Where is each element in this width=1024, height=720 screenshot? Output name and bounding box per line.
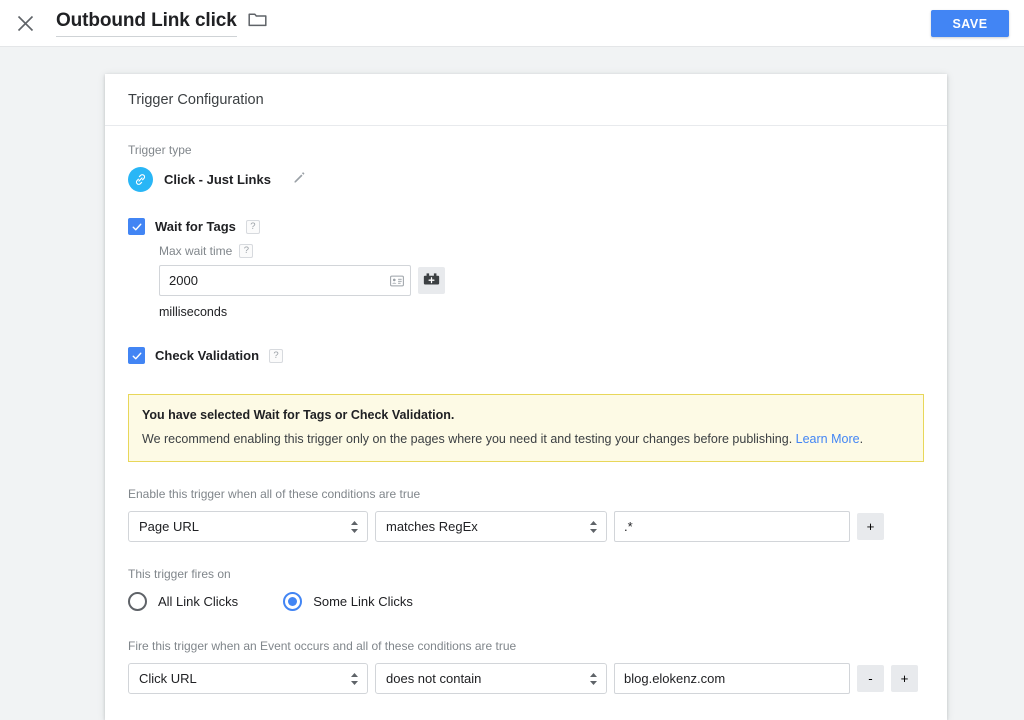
wait-for-tags-checkbox[interactable] (128, 218, 145, 235)
chevron-updown-icon (350, 672, 359, 686)
save-button[interactable]: SAVE (931, 10, 1009, 37)
max-wait-time-unit: milliseconds (159, 305, 228, 319)
add-enable-condition-button[interactable]: + (857, 513, 884, 541)
fires-on-radio-group: All Link Clicks Some Link Clicks (128, 592, 924, 612)
add-variable-button[interactable] (418, 267, 445, 294)
trigger-configuration-card: Trigger Configuration Trigger type Click… (105, 74, 947, 720)
add-variable-icon (423, 272, 440, 289)
enable-conditions-row: Page URL matches RegEx .* + (128, 511, 924, 543)
radio-unselected-icon (128, 592, 147, 612)
check-validation-row: Check Validation ? (128, 347, 924, 364)
folder-icon[interactable] (248, 11, 267, 37)
close-icon (17, 15, 34, 32)
enable-condition-operator-select[interactable]: matches RegEx (375, 511, 607, 543)
variable-picker-icon[interactable] (390, 275, 404, 287)
event-condition-variable-value: Click URL (139, 671, 197, 687)
event-conditions-row: Click URL does not contain blog.elokenz.… (128, 663, 924, 695)
enable-condition-value-input[interactable] (614, 511, 850, 543)
close-button[interactable] (12, 10, 38, 36)
add-event-condition-button[interactable]: + (891, 665, 918, 693)
trigger-name-input[interactable]: Outbound Link click (56, 10, 237, 37)
enable-conditions-section: Enable this trigger when all of these co… (128, 487, 924, 543)
enable-conditions-label: Enable this trigger when all of these co… (128, 487, 421, 502)
radio-all-link-clicks[interactable]: All Link Clicks (128, 592, 239, 612)
enable-condition-variable-value: Page URL (139, 519, 199, 535)
event-conditions-label: Fire this trigger when an Event occurs a… (128, 639, 517, 654)
warning-title: You have selected Wait for Tags or Check… (142, 408, 455, 422)
fires-on-label: This trigger fires on (128, 567, 231, 582)
edit-trigger-type-button[interactable] (292, 170, 307, 190)
chevron-updown-icon (589, 520, 598, 534)
radio-selected-icon (283, 592, 303, 612)
event-condition-operator-select[interactable]: does not contain (375, 663, 607, 695)
title-area: Outbound Link click (56, 10, 267, 37)
check-validation-help-icon[interactable]: ? (269, 348, 284, 363)
max-wait-time-label: Max wait time (159, 244, 233, 258)
max-wait-time-help-icon[interactable]: ? (239, 244, 254, 258)
pencil-icon (292, 170, 307, 190)
warning-banner: You have selected Wait for Tags or Check… (128, 394, 924, 463)
trigger-type-label: Trigger type (128, 143, 192, 157)
radio-all-link-clicks-label: All Link Clicks (158, 594, 239, 610)
card-header: Trigger Configuration (105, 74, 947, 126)
remove-event-condition-button[interactable]: - (857, 665, 884, 693)
fires-on-section: This trigger fires on All Link Clicks So… (128, 567, 924, 612)
max-wait-time-group: Max wait time ? 2000 milliseconds (159, 244, 924, 319)
check-validation-label: Check Validation (155, 348, 260, 363)
enable-condition-variable-select[interactable]: Page URL (128, 511, 368, 543)
max-wait-time-input-row (159, 265, 924, 296)
event-condition-operator-value: does not contain (386, 671, 482, 687)
wait-for-tags-help-icon[interactable]: ? (245, 219, 260, 234)
max-wait-time-row: Max wait time ? (159, 244, 924, 258)
chevron-updown-icon (589, 672, 598, 686)
top-bar: Outbound Link click SAVE (0, 0, 1024, 47)
enable-condition-operator-value: matches RegEx (386, 519, 478, 535)
max-wait-time-input[interactable] (159, 265, 411, 296)
radio-some-link-clicks[interactable]: Some Link Clicks (283, 592, 413, 612)
wait-for-tags-row: Wait for Tags ? (128, 218, 924, 235)
event-conditions-section: Fire this trigger when an Event occurs a… (128, 639, 924, 695)
event-condition-value-input[interactable] (614, 663, 850, 695)
learn-more-link[interactable]: Learn More (796, 432, 860, 446)
trigger-type-row: Click - Just Links (128, 167, 924, 192)
card-body: Trigger type Click - Just Links Wait for… (105, 126, 947, 720)
check-validation-checkbox[interactable] (128, 347, 145, 364)
card-title: Trigger Configuration (128, 91, 264, 108)
max-wait-time-field-wrap (159, 265, 411, 296)
event-condition-variable-select[interactable]: Click URL (128, 663, 368, 695)
wait-for-tags-label: Wait for Tags (155, 219, 236, 234)
chevron-updown-icon (350, 520, 359, 534)
radio-some-link-clicks-label: Some Link Clicks (313, 594, 413, 610)
trigger-type-value: Click - Just Links (164, 172, 271, 187)
warning-body-suffix: . (859, 432, 864, 446)
warning-body-text: We recommend enabling this trigger only … (142, 432, 796, 446)
warning-body: We recommend enabling this trigger only … (142, 431, 908, 447)
link-icon (128, 167, 153, 192)
